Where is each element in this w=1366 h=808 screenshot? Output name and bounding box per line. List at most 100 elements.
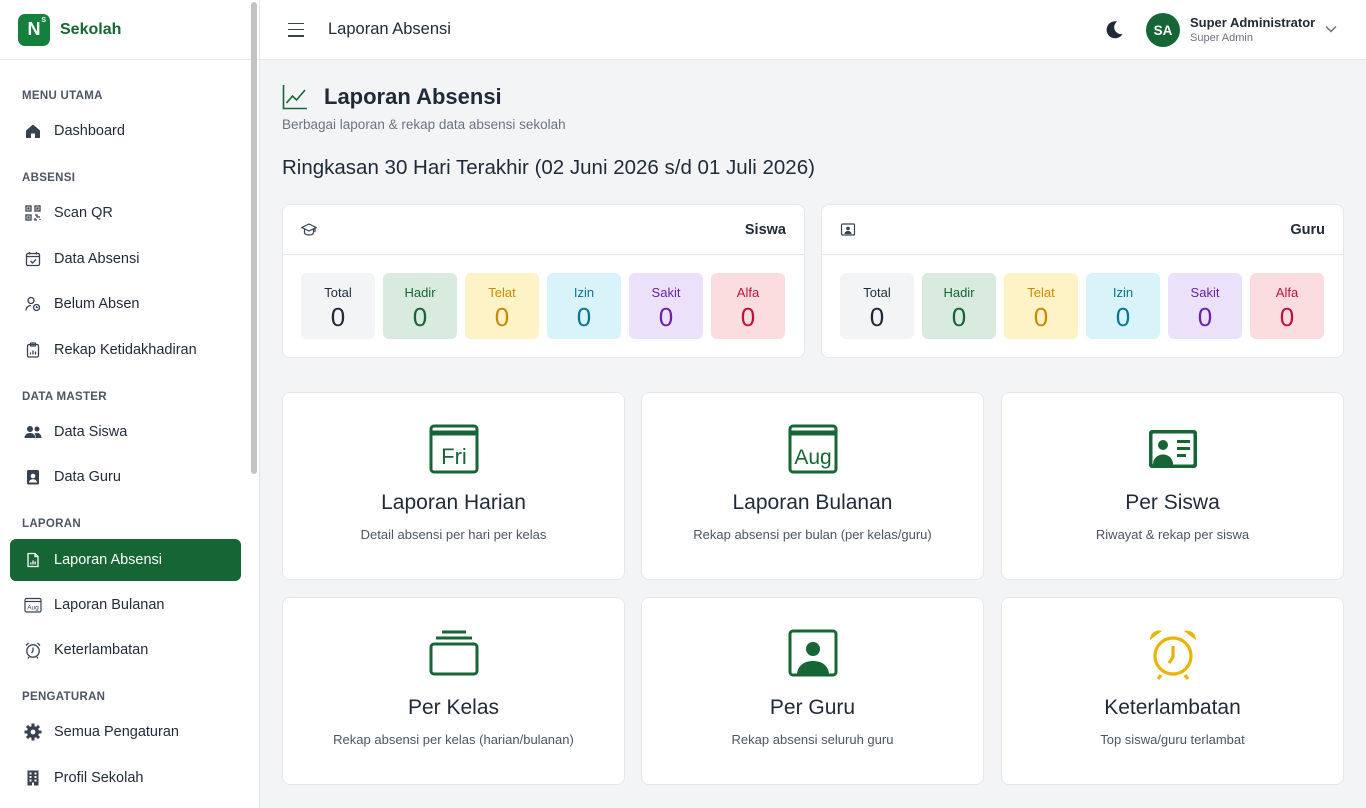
stat-label: Alfa (1275, 285, 1299, 300)
brand-logo: N S (18, 13, 50, 46)
sidebar-item-data-siswa[interactable]: Data Siswa (10, 411, 241, 453)
sidebar-item-laporan-absensi[interactable]: Laporan Absensi (10, 539, 241, 581)
hamburger-menu-icon[interactable] (288, 22, 304, 37)
menu-card-title: Per Guru (769, 696, 856, 719)
menu-card-keterlambatan[interactable]: Keterlambatan Top siswa/guru terlambat (1001, 597, 1344, 785)
sidebar-item-keterlambatan[interactable]: Keterlambatan (10, 629, 241, 671)
sidebar-item-semua-pengaturan[interactable]: Semua Pengaturan (10, 711, 241, 753)
calendar-month-icon: Aug (24, 596, 42, 614)
stat-boxes: Total 0 Hadir 0 Telat 0 Izin 0 Sakit 0 Alfa 0 (822, 255, 1343, 339)
id-card-icon (1148, 430, 1197, 468)
report-icon (24, 551, 42, 569)
chevron-down-icon[interactable] (1324, 22, 1338, 36)
stat-value: 0 (576, 302, 592, 332)
section-pengaturan: PENGATURAN (22, 691, 106, 703)
clipboard-chart-icon (24, 341, 42, 359)
menu-card-title: Laporan Bulanan (732, 491, 893, 514)
sidebar-item-profil-sekolah[interactable]: Profil Sekolah (10, 757, 241, 799)
sidebar-item-label: Semua Pengaturan (54, 724, 179, 740)
line-chart-icon (282, 85, 307, 110)
sidebar-item-scan-qr[interactable]: Scan QR (10, 192, 241, 234)
menu-card-title: Per Siswa (1125, 491, 1220, 514)
stat-label: Total (324, 285, 352, 300)
stat-card-siswa: Siswa Total 0 Hadir 0 Telat 0 Izin 0 Sakit 0 … (282, 204, 805, 358)
users-icon (24, 423, 42, 441)
sidebar-item-laporan-bulanan[interactable]: Aug Laporan Bulanan (10, 584, 241, 626)
menu-card-title: Laporan Harian (381, 491, 526, 514)
menu-card-desc: Detail absensi per hari per kelas (360, 527, 547, 542)
sidebar-item-label: Laporan Bulanan (54, 597, 165, 613)
menu-card-per-siswa[interactable]: Per Siswa Riwayat & rekap per siswa (1001, 392, 1344, 580)
stat-value: 0 (1115, 302, 1131, 332)
stat-label: Telat (1027, 285, 1055, 300)
stat-value: 0 (330, 302, 346, 332)
menu-card-laporan-harian[interactable]: Fri Laporan Harian Detail absensi per ha… (282, 392, 625, 580)
sidebar-scrollbar[interactable] (251, 2, 257, 474)
section-absensi: ABSENSI (22, 172, 76, 184)
building-icon (24, 769, 42, 787)
stat-total: Total 0 (301, 273, 375, 339)
sidebar-item-dashboard[interactable]: Dashboard (10, 110, 241, 152)
brand-name: Sekolah (60, 20, 122, 38)
calendar-day-text: Fri (441, 444, 467, 469)
sidebar-item-label: Scan QR (54, 205, 113, 221)
calendar-month-icon: Aug (788, 424, 837, 474)
sidebar-item-belum-absen[interactable]: Belum Absen (10, 283, 241, 325)
gear-icon (24, 723, 42, 741)
avatar[interactable]: SA (1146, 13, 1180, 47)
stat-value: 0 (1033, 302, 1049, 332)
sidebar-item-label: Data Siswa (54, 424, 128, 440)
stat-value: 0 (658, 302, 674, 332)
menu-card-title: Keterlambatan (1104, 696, 1241, 719)
stat-card-header: Guru (822, 205, 1343, 255)
calendar-month-text: Aug (794, 446, 831, 469)
stat-value: 0 (1197, 302, 1213, 332)
sidebar-item-label: Belum Absen (54, 296, 140, 312)
stat-label: Total (863, 285, 891, 300)
user-clock-icon (24, 295, 42, 313)
stat-telat: Telat 0 (1004, 273, 1078, 339)
calendar-day-icon: Fri (429, 424, 478, 474)
menu-card-per-guru[interactable]: Per Guru Rekap absensi seluruh guru (641, 597, 984, 785)
qr-code-icon (24, 204, 42, 222)
stat-value: 0 (494, 302, 510, 332)
stat-boxes: Total 0 Hadir 0 Telat 0 Izin 0 Sakit 0 Alfa 0 (283, 255, 804, 339)
page-title: Laporan Absensi (324, 84, 502, 109)
stat-label: Telat (488, 285, 516, 300)
menu-card-desc: Riwayat & rekap per siswa (1095, 527, 1250, 542)
menu-card-desc: Top siswa/guru terlambat (1100, 732, 1245, 747)
sidebar-item-data-absensi[interactable]: Data Absensi (10, 238, 241, 280)
stat-value: 0 (740, 302, 756, 332)
stat-label: Alfa (736, 285, 760, 300)
sidebar-item-label: Profil Sekolah (54, 770, 144, 786)
page-subtitle: Berbagai laporan & rekap data absensi se… (282, 117, 566, 132)
sidebar-item-label: Data Absensi (54, 251, 140, 267)
stat-label: Izin (573, 285, 595, 300)
stat-card-guru: Guru Total 0 Hadir 0 Telat 0 Izin 0 Sakit 0 A… (821, 204, 1344, 358)
brand[interactable]: N S Sekolah (0, 0, 259, 60)
moon-icon[interactable] (1104, 20, 1124, 40)
brand-logo-letter: N (27, 19, 41, 39)
stat-label: Izin (1112, 285, 1134, 300)
summary-title: Ringkasan 30 Hari Terakhir (02 Juni 2026… (282, 156, 815, 179)
stat-sakit: Sakit 0 (1168, 273, 1242, 339)
user-role: Super Admin (1190, 32, 1253, 44)
collection-icon (429, 630, 478, 676)
sidebar-item-label: Rekap Ketidakhadiran (54, 342, 197, 358)
sidebar-item-rekap-ketidakhadiran[interactable]: Rekap Ketidakhadiran (10, 329, 241, 371)
stat-value: 0 (1279, 302, 1295, 332)
stat-izin: Izin 0 (1086, 273, 1160, 339)
menu-card-per-kelas[interactable]: Per Kelas Rekap absensi per kelas (haria… (282, 597, 625, 785)
section-menu-utama: MENU UTAMA (22, 90, 103, 102)
stat-value: 0 (869, 302, 885, 332)
stat-label: Hadir (404, 285, 436, 300)
sidebar-item-data-guru[interactable]: Data Guru (10, 456, 241, 498)
stat-hadir: Hadir 0 (922, 273, 996, 339)
person-video-icon (788, 629, 837, 677)
sidebar-item-label: Laporan Absensi (54, 552, 163, 568)
menu-card-laporan-bulanan[interactable]: Aug Laporan Bulanan Rekap absensi per bu… (641, 392, 984, 580)
user-name[interactable]: Super Administrator (1190, 15, 1315, 30)
menu-card-desc: Rekap absensi per bulan (per kelas/guru) (693, 527, 932, 542)
section-data-master: DATA MASTER (22, 391, 107, 403)
header-title: Laporan Absensi (328, 20, 451, 38)
